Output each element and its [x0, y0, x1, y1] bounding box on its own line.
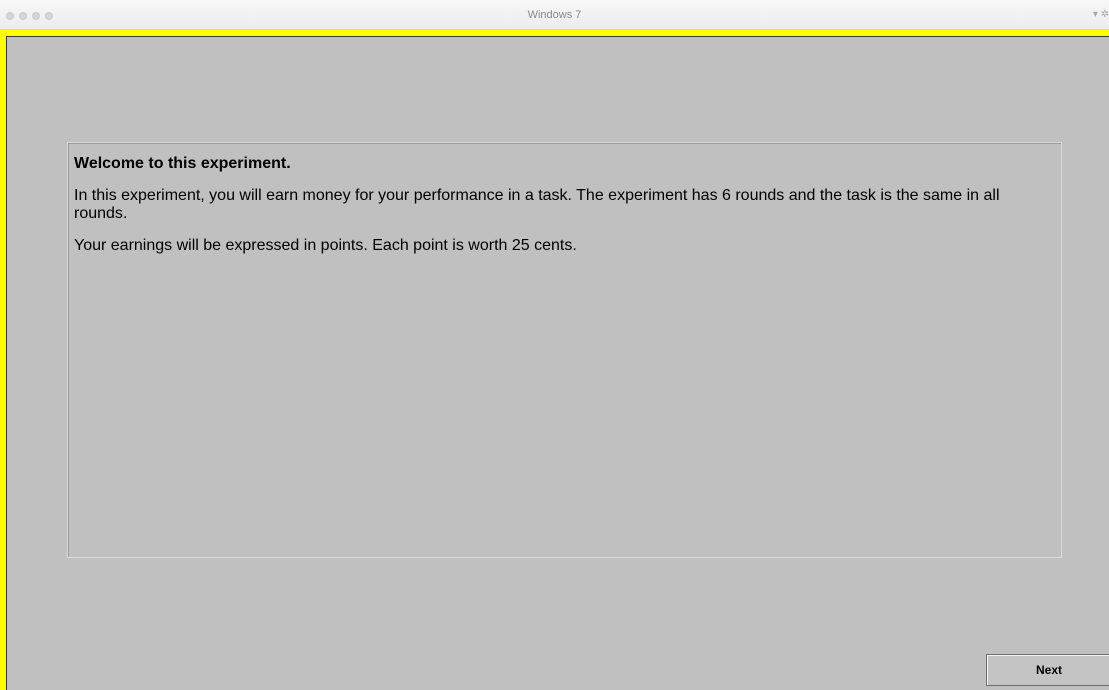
window-menu-icon[interactable]: ▾ ✲ [1093, 9, 1109, 20]
instruction-paragraph: Your earnings will be expressed in point… [74, 237, 577, 254]
window-titlebar: Windows 7 ▾ ✲ [0, 0, 1109, 30]
experiment-stage: Welcome to this experiment. In this expe… [6, 36, 1109, 690]
experiment-screen-frame: Welcome to this experiment. In this expe… [0, 30, 1109, 690]
instruction-paragraph: In this experiment, you will earn money … [74, 187, 1000, 222]
welcome-heading: Welcome to this experiment. [74, 155, 291, 172]
instructions-panel: Welcome to this experiment. In this expe… [67, 142, 1062, 558]
next-button[interactable]: Next [986, 654, 1109, 686]
window-title: Windows 7 [527, 9, 582, 21]
